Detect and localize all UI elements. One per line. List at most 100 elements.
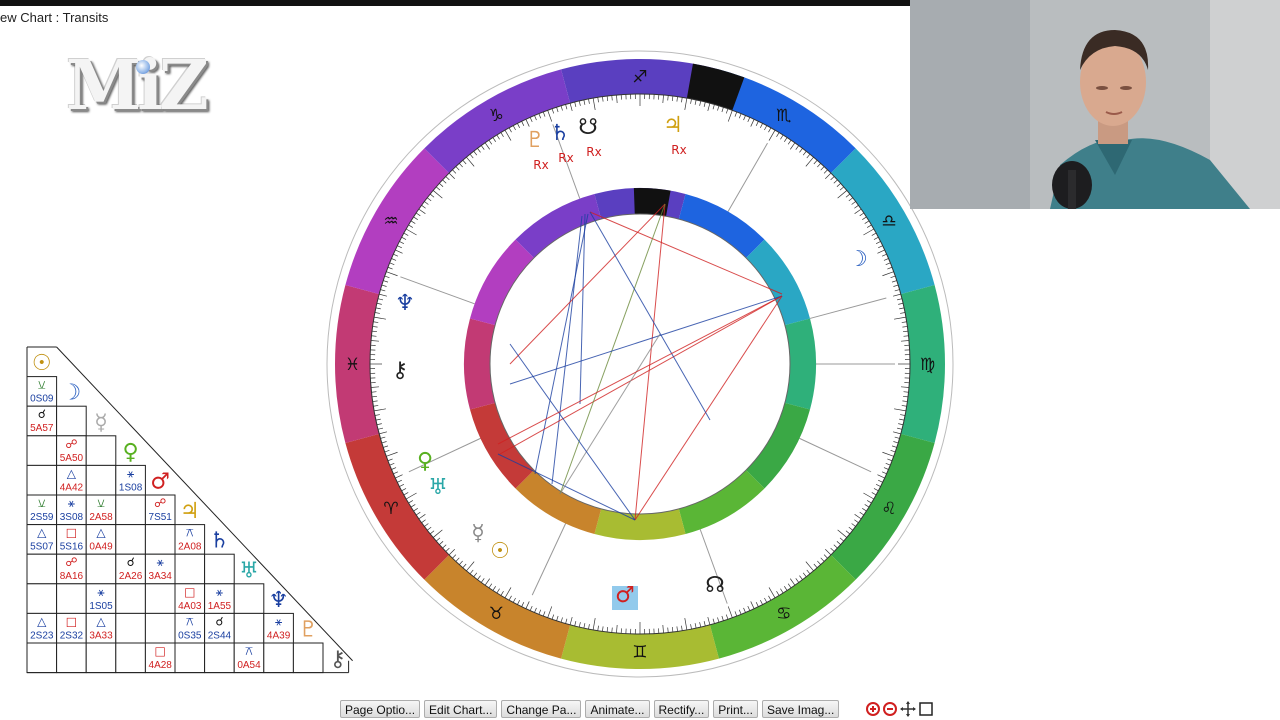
aspect-symbol: ⚹	[216, 585, 223, 599]
grid-cell	[115, 494, 146, 526]
planet-glyph[interactable]: ☽	[848, 247, 868, 272]
planet-glyph[interactable]: ☊	[705, 573, 725, 598]
grid-cell	[26, 583, 58, 614]
aspect-symbol: □	[66, 526, 77, 540]
aspect-symbol: ⚺	[38, 496, 46, 510]
title-bar-strip	[0, 0, 910, 6]
grid-planet-glyph: ♄	[210, 529, 230, 554]
grid-cell	[26, 464, 58, 496]
aspect-orb: 2A26	[119, 571, 143, 582]
grid-cell	[144, 524, 176, 555]
grid-planet-glyph: ♃	[180, 499, 200, 524]
rectify-button[interactable]: Rectify...	[653, 700, 710, 718]
page-options-button[interactable]: Page Optio...	[340, 700, 421, 718]
aspect-symbol: ⚹	[97, 585, 104, 599]
animate-button[interactable]: Animate...	[585, 700, 650, 718]
planet-glyph[interactable]: ♇	[525, 128, 545, 153]
grid-cell	[26, 553, 58, 585]
planet-glyph[interactable]: ♀	[417, 449, 433, 474]
planet-glyph[interactable]: ☉	[490, 539, 510, 564]
grid-cell	[56, 405, 87, 437]
fit-icon[interactable]	[919, 702, 933, 716]
grid-planet-glyph: ♀	[123, 440, 139, 465]
grid-cell	[233, 583, 265, 614]
aspect-orb: 0A54	[237, 660, 261, 671]
chart-wheel[interactable]: ♐♏♎♍♌♋♊♉♈♓♒♑♆⚷♀♅☿☉♂ ☊☽♃Rx☋Rx♄Rx♇Rx	[320, 44, 960, 684]
aspect-orb: 5A50	[60, 453, 84, 464]
aspect-orb: 4A42	[60, 482, 84, 493]
aspect-symbol: ⚹	[157, 555, 164, 569]
aspect-orb: 5S07	[30, 542, 54, 553]
planet-glyph[interactable]: ♆	[395, 291, 415, 316]
sign-glyph: ♈	[383, 499, 398, 519]
sign-glyph: ♑	[489, 106, 504, 126]
planet-glyph[interactable]: ☿	[471, 521, 485, 546]
planet-glyph[interactable]: ♂	[615, 583, 635, 608]
webcam-overlay	[910, 0, 1280, 209]
grid-planet-glyph: ♂	[150, 469, 170, 494]
planet-glyph[interactable]: ♄	[550, 121, 570, 146]
sign-glyph: ♎	[881, 211, 896, 231]
retrograde-label: Rx	[558, 151, 573, 165]
planet-glyph[interactable]: ♅	[428, 475, 448, 500]
sign-glyph: ♐	[632, 68, 647, 88]
grid-cell	[115, 612, 146, 644]
grid-cell	[144, 612, 176, 644]
aspect-orb: 1S08	[119, 482, 143, 493]
inner-sign-accent	[633, 188, 671, 217]
window-title: ew Chart : Transits	[0, 10, 109, 25]
grid-cell	[85, 435, 117, 466]
grid-cell	[26, 642, 58, 674]
aspect-symbol: ⚺	[97, 496, 105, 510]
grid-cell	[85, 553, 117, 585]
pan-icon[interactable]	[900, 701, 916, 717]
grid-cell	[56, 642, 87, 674]
sign-glyph: ♍	[920, 355, 935, 375]
aspect-orb: 4A28	[149, 660, 173, 671]
retrograde-label: Rx	[533, 158, 548, 172]
aspect-symbol: ☌	[215, 614, 223, 628]
grid-cell	[204, 553, 235, 585]
aspect-symbol: □	[66, 614, 77, 628]
grid-cell	[204, 642, 235, 674]
grid-planet-glyph: ♆	[269, 588, 289, 613]
zoom-in-icon[interactable]	[866, 702, 880, 716]
aspect-orb: 5S16	[60, 542, 84, 553]
sign-glyph: ♌	[881, 499, 896, 519]
aspect-symbol: ⚹	[68, 496, 75, 510]
grid-cell	[292, 642, 324, 674]
aspect-orb: 2A08	[178, 542, 202, 553]
aspect-symbol: △	[37, 526, 47, 540]
logo-orb	[136, 60, 150, 74]
presenter-video	[910, 0, 1280, 209]
planet-glyph[interactable]: ⚷	[392, 358, 408, 383]
planet-glyph[interactable]: ♃	[663, 113, 683, 138]
aspect-orb: 3S08	[60, 512, 84, 523]
aspect-symbol: ⚹	[275, 614, 282, 628]
sign-glyph: ♏	[776, 106, 791, 126]
grid-cell	[85, 642, 117, 674]
zoom-out-icon[interactable]	[883, 702, 897, 716]
grid-planet-glyph: ♇	[298, 617, 318, 642]
change-page-button[interactable]: Change Pa...	[501, 700, 582, 718]
grid-cell	[115, 524, 146, 555]
grid-cell	[263, 642, 294, 674]
aspect-symbol: ⚺	[38, 378, 46, 392]
edit-chart-button[interactable]: Edit Chart...	[424, 700, 498, 718]
aspect-symbol: △	[96, 526, 106, 540]
aspect-orb: 3A33	[89, 630, 113, 641]
sign-glyph: ♊	[632, 643, 647, 663]
print-button[interactable]: Print...	[713, 700, 758, 718]
aspect-orb: 5A57	[30, 423, 54, 434]
planet-glyph[interactable]: ☋	[578, 115, 598, 140]
aspect-symbol: ☌	[127, 555, 135, 569]
aspect-orb: 4A39	[267, 630, 291, 641]
aspect-orb: 2S44	[208, 630, 232, 641]
grid-cell	[174, 642, 206, 674]
save-image-button[interactable]: Save Imag...	[761, 700, 840, 718]
aspect-symbol: △	[67, 466, 77, 480]
retrograde-label: Rx	[586, 145, 601, 159]
aspect-orb: 7S51	[149, 512, 173, 523]
aspect-symbol: ⚻	[245, 644, 253, 658]
aspect-symbol: ☍	[65, 555, 77, 569]
